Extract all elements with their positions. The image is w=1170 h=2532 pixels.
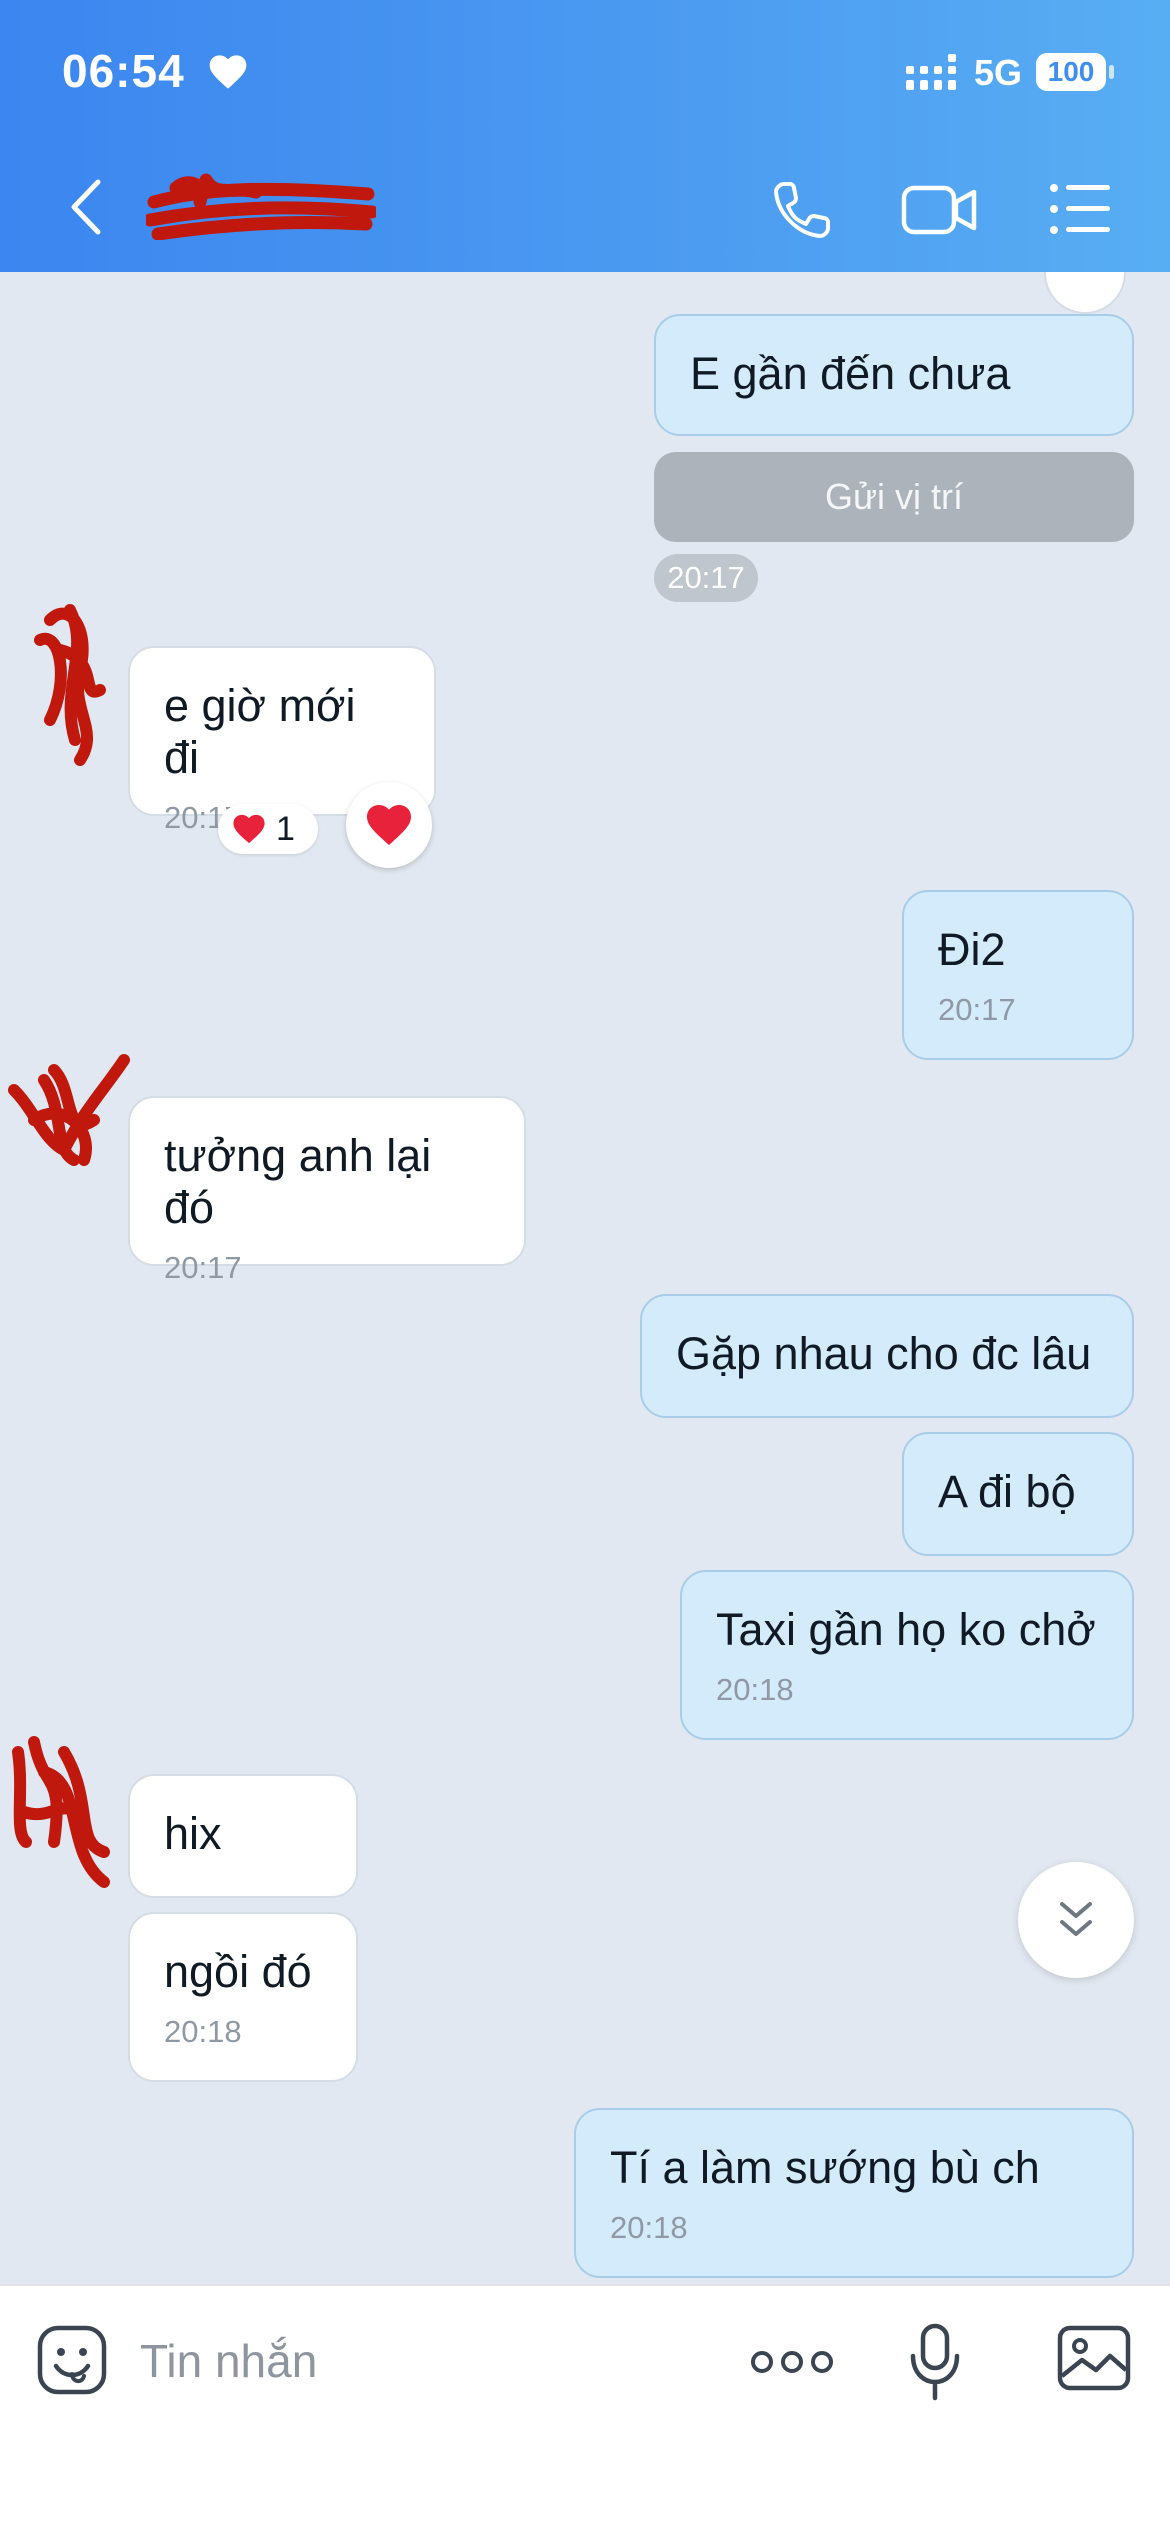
message-time: 20:17 xyxy=(938,992,1016,1027)
message-time: 20:17 xyxy=(164,1250,242,1285)
message-text: Taxi gần họ ko chở xyxy=(716,1604,1096,1655)
avatar-redacted[interactable] xyxy=(4,1050,130,1200)
message-input[interactable] xyxy=(140,2326,700,2396)
battery-nub xyxy=(1109,65,1114,79)
chat-header: 06:54 5G 100 xyxy=(0,0,1170,272)
double-chevron-down-icon xyxy=(1060,1902,1092,1936)
avatar-redacted[interactable] xyxy=(4,1732,130,1902)
message-list[interactable]: E gần đến chưa Gửi vị trí 20:17 e giờ mớ… xyxy=(0,272,1170,2284)
network-type: 5G xyxy=(974,52,1023,93)
send-location-button[interactable]: Gửi vị trí xyxy=(654,452,1134,542)
message-text: tưởng anh lại đó xyxy=(164,1130,432,1233)
message-time: 20:18 xyxy=(610,2210,688,2245)
message-bubble-sent[interactable]: E gần đến chưa xyxy=(654,314,1134,436)
heart-status-icon xyxy=(209,55,247,89)
battery-icon: 100 xyxy=(1036,53,1116,93)
message-text: e giờ mới đi xyxy=(164,680,356,783)
message-bubble-sent[interactable]: Đi2 20:17 xyxy=(902,890,1134,1060)
more-dots-icon[interactable] xyxy=(750,2344,834,2380)
message-composer xyxy=(0,2284,1170,2532)
message-text: Đi2 xyxy=(938,924,1006,975)
redaction-scribble xyxy=(143,173,379,241)
message-bubble-received[interactable]: hix xyxy=(128,1774,358,1898)
message-time: 20:18 xyxy=(164,2014,242,2049)
list-icon[interactable] xyxy=(1048,180,1112,238)
message-text: Tí a làm sướng bù ch xyxy=(610,2142,1040,2193)
heart-icon xyxy=(233,814,265,844)
message-text: A đi bộ xyxy=(938,1466,1076,1517)
phone-icon[interactable] xyxy=(770,178,834,242)
message-text: Gặp nhau cho đc lâu xyxy=(676,1328,1092,1379)
message-text: ngồi đó xyxy=(164,1946,312,1997)
image-icon[interactable] xyxy=(1056,2324,1132,2392)
message-bubble-sent[interactable]: Taxi gần họ ko chở 20:18 xyxy=(680,1570,1134,1740)
react-button[interactable] xyxy=(346,782,432,868)
scroll-up-button[interactable] xyxy=(1044,272,1126,314)
smiley-sticker-icon[interactable] xyxy=(36,2324,108,2396)
message-bubble-received[interactable]: ngồi đó 20:18 xyxy=(128,1912,358,2082)
message-bubble-sent[interactable]: A đi bộ xyxy=(902,1432,1134,1556)
message-time: 20:18 xyxy=(716,1672,794,1707)
message-text: E gần đến chưa xyxy=(690,348,1011,399)
reaction-count: 1 xyxy=(276,810,295,848)
contact-name[interactable] xyxy=(143,168,379,241)
message-bubble-sent[interactable]: Tí a làm sướng bù ch 20:18 xyxy=(574,2108,1134,2278)
signal-strength-icon xyxy=(906,54,956,90)
message-bubble-sent[interactable]: Gặp nhau cho đc lâu xyxy=(640,1294,1134,1418)
avatar-redacted[interactable] xyxy=(20,590,130,770)
message-text: hix xyxy=(164,1808,222,1859)
reaction-summary[interactable]: 1 xyxy=(218,804,318,854)
chevron-left-icon[interactable] xyxy=(62,172,114,242)
video-camera-icon[interactable] xyxy=(900,180,980,240)
heart-icon xyxy=(367,805,411,845)
timestamp-pill: 20:17 xyxy=(654,554,758,602)
microphone-icon[interactable] xyxy=(908,2322,962,2402)
message-bubble-received[interactable]: tưởng anh lại đó 20:17 xyxy=(128,1096,526,1285)
status-time: 06:54 xyxy=(62,45,185,97)
scroll-to-bottom-button[interactable] xyxy=(1018,1862,1134,1978)
battery-level: 100 xyxy=(1036,53,1106,91)
